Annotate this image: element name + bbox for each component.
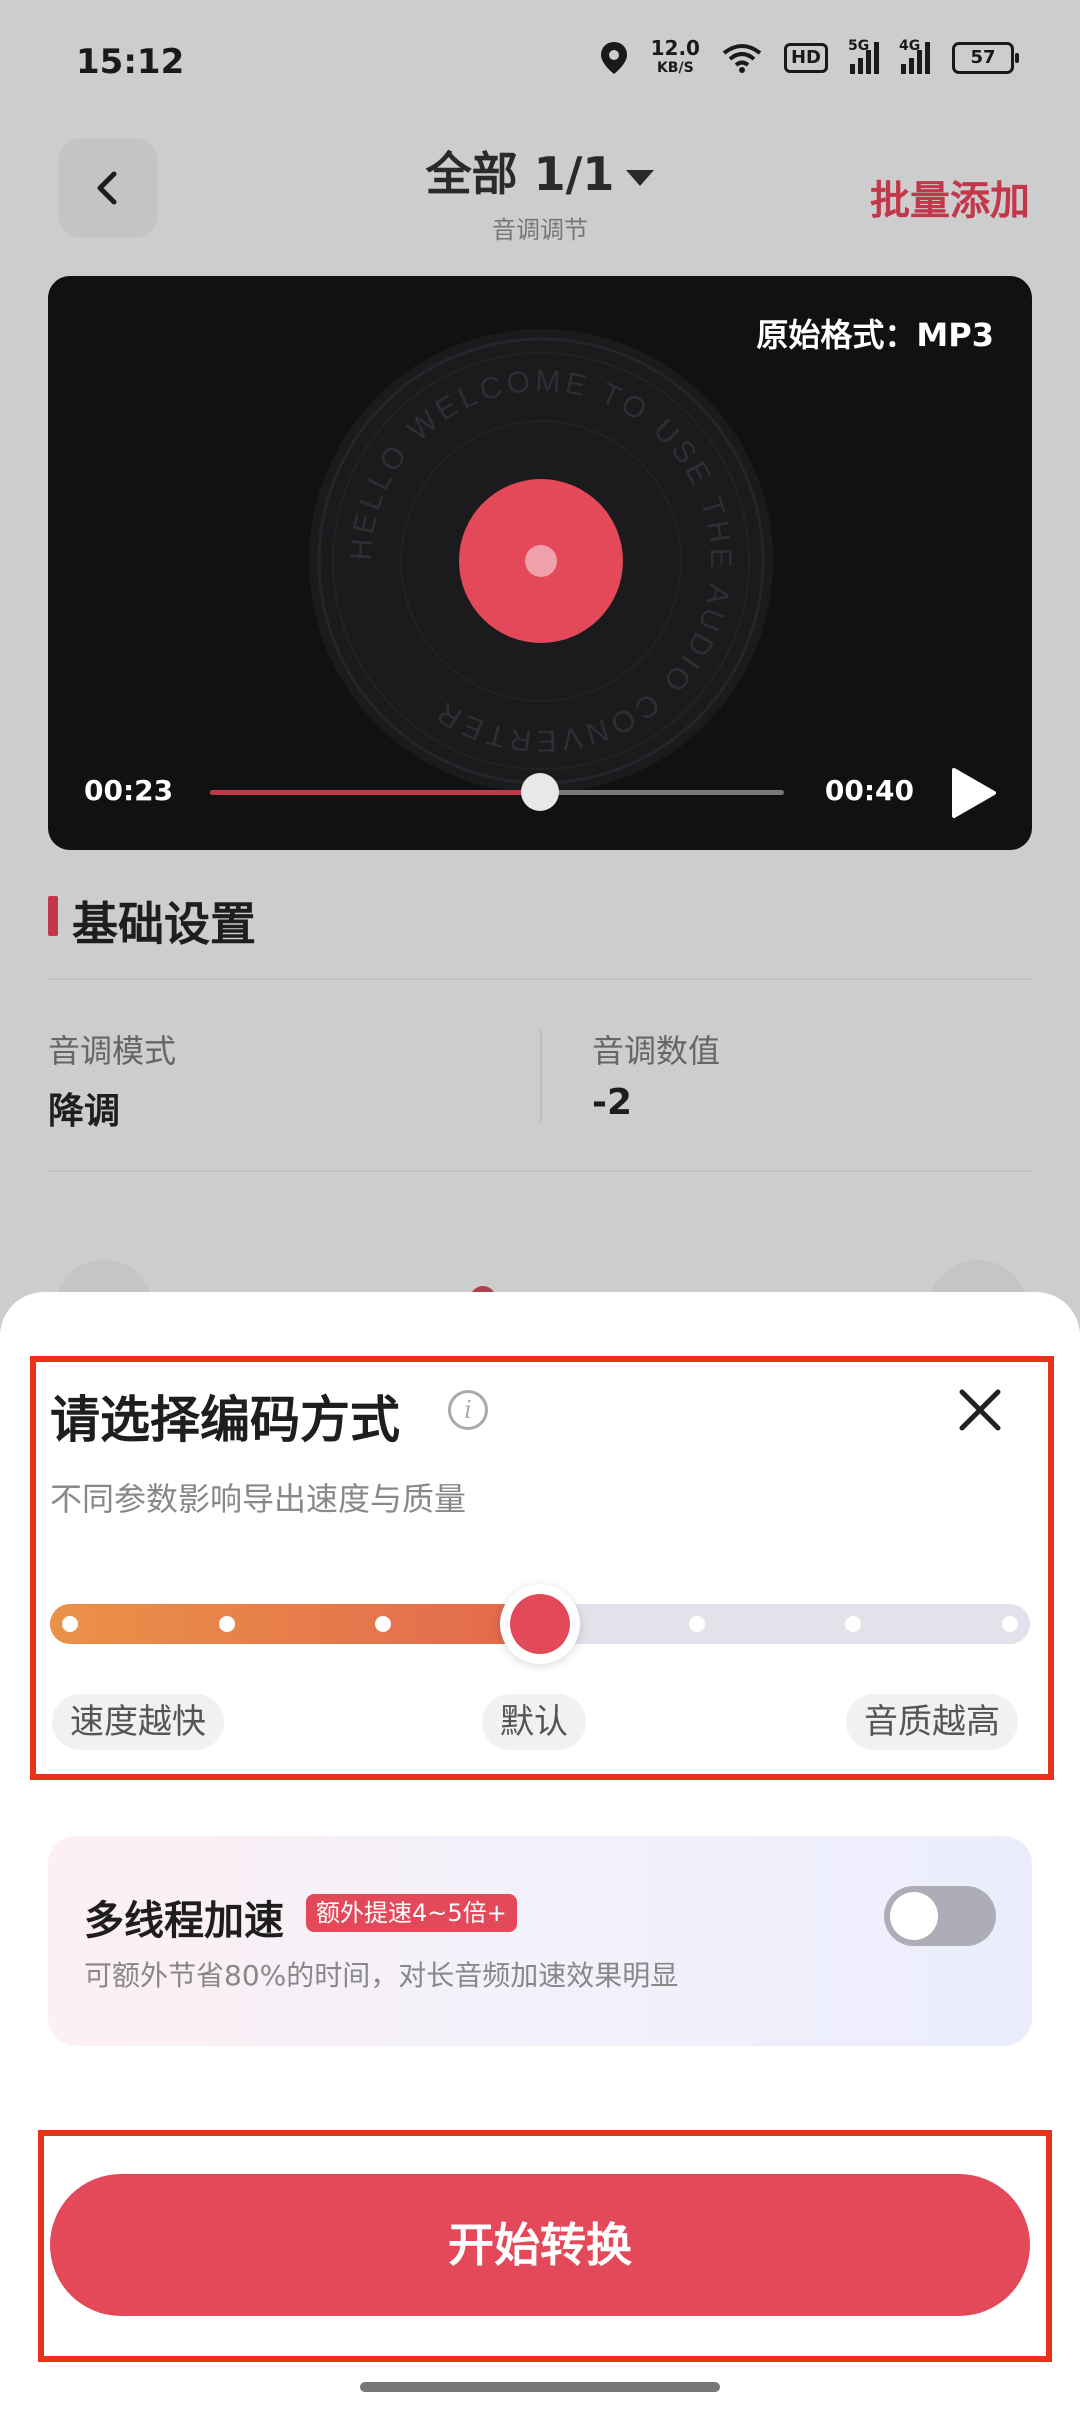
caret-down-icon: [626, 169, 655, 186]
slider-step-dot[interactable]: [688, 1616, 705, 1632]
net-speed: 12.0 KB/S: [650, 36, 700, 76]
multithread-desc: 可额外节省80%的时间，对长音频加速效果明显: [84, 1959, 679, 1992]
toggle-knob: [890, 1892, 938, 1940]
sheet-subtitle: 不同参数影响导出速度与质量: [50, 1480, 467, 1518]
multithread-title: 多线程加速: [84, 1898, 284, 1944]
slider-step-dot[interactable]: [845, 1616, 862, 1632]
pitch-mode-label: 音调模式: [48, 1032, 177, 1070]
page-title: 全部 1/1: [425, 147, 615, 201]
audio-player: 原始格式：MP3 HELLO WELCOME TO USE THE AUDIO …: [48, 276, 1032, 850]
multithread-toggle[interactable]: [884, 1886, 996, 1946]
divider-vertical: [540, 1030, 542, 1122]
pitch-value-label: 音调数值: [592, 1032, 721, 1070]
encode-quality-slider[interactable]: [50, 1584, 1030, 1664]
label-default[interactable]: 默认: [482, 1694, 586, 1750]
section-title: 基础设置: [72, 897, 256, 951]
slider-step-dot[interactable]: [62, 1616, 78, 1632]
slider-fill: [50, 1604, 560, 1644]
slider-step-dot[interactable]: [1002, 1616, 1018, 1632]
signal-4g-icon: 4G: [899, 38, 930, 74]
status-time: 15:12: [76, 42, 185, 82]
start-convert-button[interactable]: 开始转换: [50, 2174, 1030, 2316]
hd-voice-icon: HD: [783, 43, 828, 73]
slider-step-dot[interactable]: [218, 1616, 235, 1632]
pitch-value: -2: [592, 1082, 632, 1123]
label-fast[interactable]: 速度越快: [52, 1694, 224, 1750]
original-format: 原始格式：MP3: [756, 316, 994, 354]
batch-add-button[interactable]: 批量添加: [870, 168, 1030, 226]
vinyl-record-icon: HELLO WELCOME TO USE THE AUDIO CONVERTER: [309, 329, 773, 793]
location-icon: [600, 42, 627, 74]
sheet-title: 请选择编码方式: [50, 1391, 400, 1449]
progress-thumb[interactable]: [521, 773, 560, 811]
divider: [48, 978, 1032, 980]
pitch-mode-value: 降调: [48, 1091, 121, 1132]
total-time: 00:40: [824, 774, 914, 807]
info-icon[interactable]: i: [448, 1390, 488, 1430]
current-time: 00:23: [84, 774, 174, 807]
battery-icon: 57: [952, 42, 1019, 74]
section-marker: [48, 896, 58, 936]
slider-thumb[interactable]: [500, 1584, 580, 1664]
progress-bar[interactable]: [210, 773, 784, 811]
wifi-icon: [722, 44, 762, 73]
label-quality[interactable]: 音质越高: [846, 1694, 1018, 1750]
close-icon[interactable]: [952, 1382, 1008, 1438]
home-indicator[interactable]: [360, 2382, 720, 2392]
speedup-badge: 额外提速4~5倍+: [306, 1894, 517, 1932]
signal-5g-icon: 5G: [848, 38, 879, 74]
status-icons: 12.0 KB/S HD 5G 4G 57: [599, 36, 1019, 78]
progress-fill: [210, 790, 541, 795]
multithread-card: 多线程加速 额外提速4~5倍+ 可额外节省80%的时间，对长音频加速效果明显: [48, 1836, 1032, 2046]
divider: [48, 1170, 1032, 1172]
play-icon[interactable]: [948, 766, 998, 820]
